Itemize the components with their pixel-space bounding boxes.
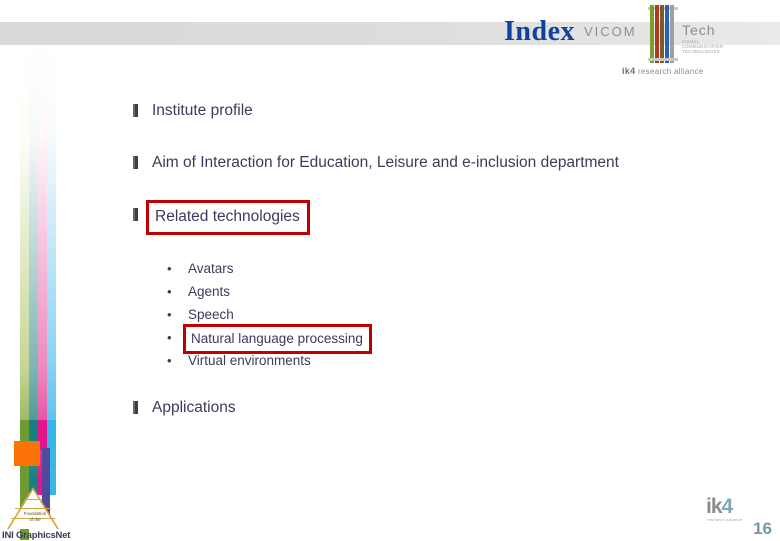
bullet-dot-icon: •: [167, 353, 172, 368]
vicom-tagline: VISUAL COMMUNICATION TECHNOLOGIES: [682, 39, 742, 55]
triangle-label-line2: of the: [29, 516, 41, 522]
sub-item-label: Virtual environments: [188, 353, 311, 368]
ik4-footer-logo: ik4 research alliance 16: [702, 495, 772, 540]
sub-item-agents[interactable]: • Agents: [167, 281, 372, 304]
tech-wordmark: Tech: [682, 22, 716, 38]
outline-item-related-technologies[interactable]: Related technologies: [128, 200, 310, 235]
outline-item-label-highlighted: Related technologies: [146, 200, 310, 235]
ik4-wordmark: ik4: [706, 495, 734, 519]
outline-item-institute-profile[interactable]: Institute profile: [128, 100, 253, 122]
sub-item-label: Speech: [188, 307, 234, 322]
ini-graphicsnet-label: INI GraphicsNet: [2, 530, 71, 541]
page-number: 16: [753, 519, 772, 538]
sub-item-natural-language-processing[interactable]: • Natural language processing: [167, 324, 372, 354]
outline-marker-icon: [128, 397, 152, 419]
outline-item-applications[interactable]: Applications: [128, 397, 236, 419]
slide-canvas: Index VICOM Tech VISUAL COMMUNICATION TE…: [0, 0, 780, 541]
ini-graphicsnet-logo: Foundation of the INI GraphicsNet: [2, 487, 82, 541]
vicom-tagline-line3: TECHNOLOGIES: [682, 49, 721, 55]
outline-item-label: Aim of Interaction for Education, Leisur…: [152, 154, 619, 171]
ik4-alliance-text: research alliance: [637, 67, 704, 76]
sub-item-label: Avatars: [188, 261, 234, 276]
color-bar-teal-tail: [29, 420, 38, 442]
vicom-wordmark: VICOM: [584, 24, 637, 39]
triangle-icon: Foundation of the: [7, 487, 59, 530]
orange-accent-block: [14, 441, 40, 466]
bullet-dot-icon: •: [167, 261, 172, 276]
outline-item-label: Applications: [152, 399, 236, 416]
bullet-dot-icon: •: [167, 284, 172, 299]
ik4-alliance-mark: ik4 research alliance: [622, 66, 704, 76]
ik4-footer-tagline: research alliance: [707, 517, 743, 522]
outline-marker-icon: [128, 100, 152, 122]
triangle-label-line1: Foundation: [23, 511, 47, 516]
sub-item-avatars[interactable]: • Avatars: [167, 258, 372, 281]
outline-item-aim-of-interaction[interactable]: Aim of Interaction for Education, Leisur…: [128, 152, 619, 174]
ik4-wordmark-four: 4: [721, 495, 734, 518]
sub-outline-list: • Avatars • Agents • Speech • Natural la…: [167, 258, 372, 373]
outline-item-label: Institute profile: [152, 102, 253, 119]
outline-marker-icon: [128, 152, 152, 174]
triangle-label: Foundation of the: [20, 511, 50, 522]
bullet-dot-icon: •: [167, 307, 172, 322]
ik4-wordmark-ik: ik: [706, 495, 722, 518]
page-title: Index: [504, 16, 575, 47]
ik4-alliance-name: ik4: [622, 66, 636, 76]
sub-item-label: Agents: [188, 284, 231, 299]
vicomtech-logo: VICOM Tech VISUAL COMMUNICATION TECHNOLO…: [582, 2, 772, 82]
vicom-stripes-icon: [648, 5, 680, 63]
